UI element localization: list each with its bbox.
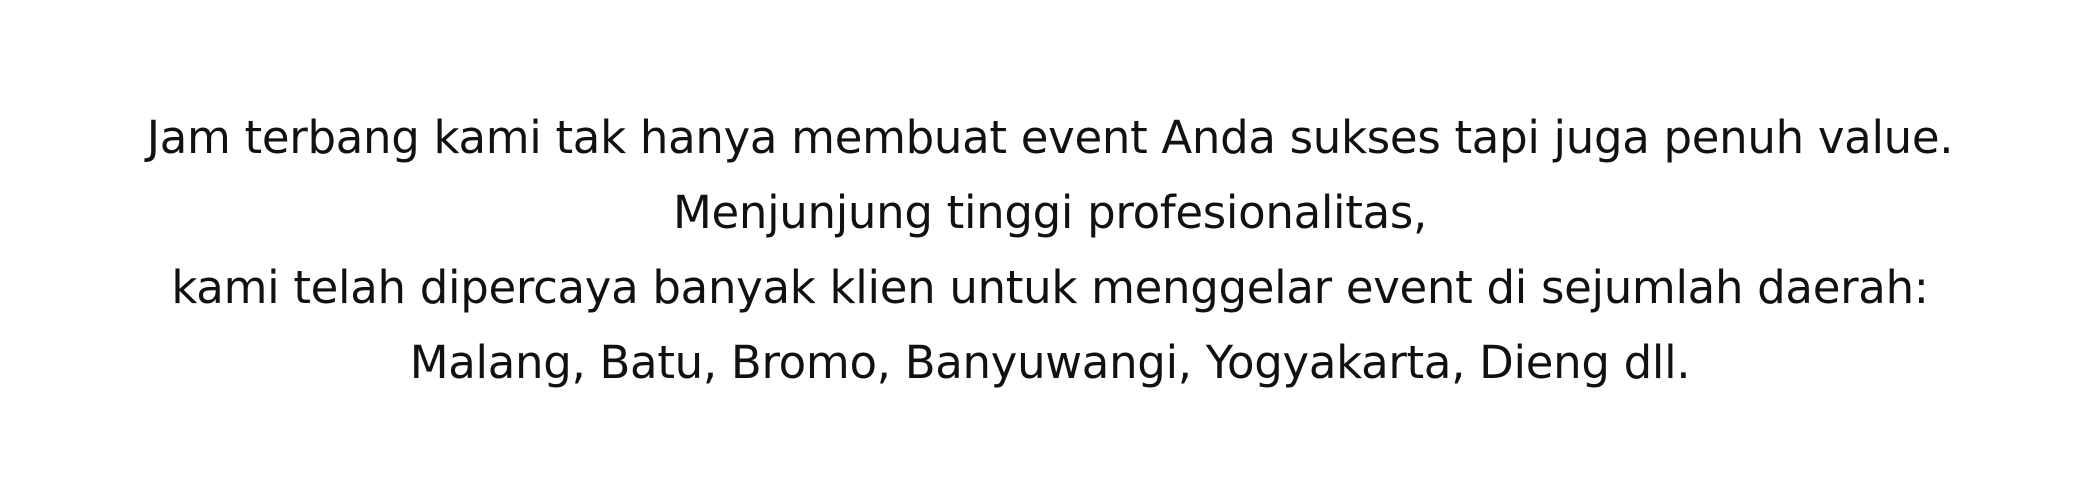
- paragraph: Jam terbang kami tak hanya membuat event…: [0, 100, 2100, 400]
- text-line-4: Malang, Batu, Bromo, Banyuwangi, Yogyaka…: [409, 336, 1691, 389]
- text-line-1: Jam terbang kami tak hanya membuat event…: [146, 111, 1954, 164]
- text-line-3: kami telah dipercaya banyak klien untuk …: [171, 261, 1929, 314]
- text-line-2: Menjunjung tinggi profesionalitas,: [672, 186, 1428, 239]
